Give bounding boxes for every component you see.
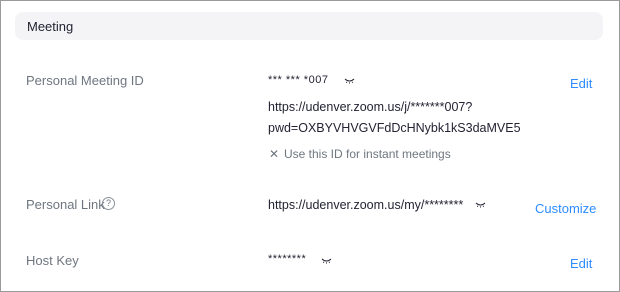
customize-link-button[interactable]: Customize [535, 201, 596, 216]
close-icon: ✕ [269, 147, 280, 161]
meeting-settings-panel: Meeting Personal Meeting ID *** *** *007… [0, 0, 620, 292]
edit-meeting-id-button[interactable]: Edit [570, 76, 592, 91]
personal-link-value: https://udenver.zoom.us/my/******** [268, 198, 464, 212]
show-link-eye-icon[interactable] [475, 202, 486, 208]
show-host-key-eye-icon[interactable] [321, 258, 332, 264]
personal-link-label: Personal Link [26, 197, 105, 212]
instant-meeting-option-label: Use this ID for instant meetings [284, 147, 451, 161]
personal-meeting-id-label: Personal Meeting ID [26, 73, 144, 88]
edit-host-key-button[interactable]: Edit [570, 256, 592, 271]
host-key-label: Host Key [26, 253, 79, 268]
personal-meeting-id-value: *** *** *007 [268, 74, 329, 86]
invite-link-line-1: https://udenver.zoom.us/j/*******007? [268, 100, 473, 114]
invite-link-line-2: pwd=OXBYVHVGVFdDcHNybk1kS3daMVE5 [268, 121, 521, 135]
show-id-eye-icon[interactable] [344, 78, 355, 84]
help-icon[interactable]: ? [102, 197, 115, 210]
section-header: Meeting [15, 12, 603, 40]
instant-meeting-option[interactable]: ✕ Use this ID for instant meetings [269, 147, 451, 161]
section-title: Meeting [27, 19, 74, 34]
host-key-value: ******** [268, 253, 307, 265]
